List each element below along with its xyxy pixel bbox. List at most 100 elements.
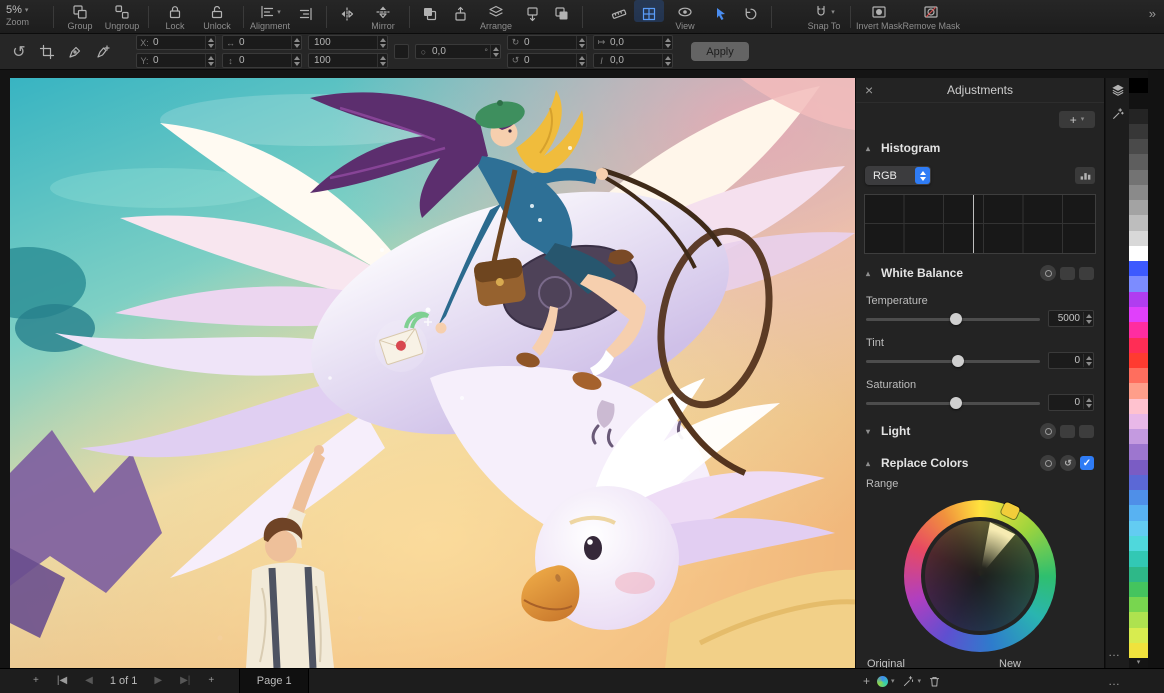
color-swatch[interactable] (1129, 429, 1148, 444)
rotate-ccw-field[interactable]: ↺ 0 (507, 53, 587, 68)
x-stepper[interactable] (205, 36, 215, 49)
mirror-button[interactable]: Mirror (362, 0, 404, 31)
constrain-proportions-button[interactable] (394, 44, 409, 59)
grid-view-button[interactable] (634, 0, 664, 22)
scale-y-field[interactable]: 100 (308, 53, 388, 68)
color-swatch[interactable] (1129, 505, 1148, 520)
bring-forward-button[interactable] (445, 0, 475, 22)
color-swatch[interactable] (1129, 139, 1148, 154)
align-right-button[interactable] (291, 0, 321, 22)
rulers-button[interactable] (604, 0, 634, 22)
slider-thumb[interactable] (950, 397, 962, 409)
scale-x-stepper[interactable] (377, 36, 387, 49)
bottombar-overflow-button[interactable]: … (1108, 669, 1121, 693)
alignment-button[interactable]: ▾ Alignment (249, 0, 291, 31)
tint-value-field[interactable]: 0 (1048, 352, 1094, 369)
swatch-scroll-button[interactable]: ▾ (1129, 658, 1148, 668)
panel-overflow-button[interactable]: … (1108, 645, 1121, 659)
width-stepper[interactable] (291, 36, 301, 49)
last-page-button[interactable]: ▶| (171, 669, 199, 693)
new-page-button[interactable]: + (199, 669, 223, 693)
temperature-value-field[interactable]: 5000 (1048, 310, 1094, 327)
color-swatch[interactable] (1129, 612, 1148, 627)
apply-button[interactable]: Apply (691, 42, 749, 61)
x-position-field[interactable]: X: 0 (136, 35, 216, 50)
reset-transform-button[interactable]: ↺ (8, 41, 30, 63)
scale-y-stepper[interactable] (377, 54, 387, 67)
color-swatch[interactable] (1129, 536, 1148, 551)
unlock-button[interactable]: Unlock (196, 0, 238, 31)
auto-presets-dropdown[interactable]: ▾ (902, 675, 922, 688)
color-swatch[interactable] (1129, 109, 1148, 124)
skew-x-field[interactable]: ↦ 0,0 (593, 35, 673, 50)
color-swatch[interactable] (1129, 200, 1148, 215)
hue-color-wheel[interactable] (904, 500, 1056, 652)
close-icon[interactable]: × (865, 83, 873, 97)
scale-x-field[interactable]: 100 (308, 35, 388, 50)
light-option-button-1[interactable] (1060, 425, 1075, 438)
color-swatch[interactable] (1129, 338, 1148, 353)
color-swatch[interactable] (1129, 322, 1148, 337)
delete-adjustment-button[interactable] (928, 675, 941, 688)
color-swatch[interactable] (1129, 276, 1148, 291)
rotate-ccw-stepper[interactable] (576, 54, 586, 67)
edit-points-button[interactable] (64, 41, 86, 63)
bring-to-front-button[interactable] (415, 0, 445, 22)
tint-slider[interactable] (866, 354, 1040, 368)
histogram-section-header[interactable]: ▴ Histogram (856, 130, 1104, 160)
color-swatch[interactable] (1129, 292, 1148, 307)
wb-auto-button[interactable] (1040, 265, 1056, 281)
skew-y-stepper[interactable] (662, 54, 672, 67)
color-swatch[interactable] (1129, 124, 1148, 139)
presets-dropdown[interactable]: ▾ (877, 676, 895, 687)
color-swatch[interactable] (1129, 368, 1148, 383)
replace-colors-reset-button[interactable]: ↺ (1060, 455, 1076, 471)
canvas[interactable] (10, 78, 855, 668)
temperature-stepper[interactable] (1083, 312, 1093, 325)
tint-stepper[interactable] (1083, 354, 1093, 367)
replace-colors-enabled-checkbox[interactable]: ✓ (1080, 456, 1094, 470)
color-swatch[interactable] (1129, 353, 1148, 368)
y-position-field[interactable]: Y: 0 (136, 53, 216, 68)
angle-stepper[interactable] (490, 45, 500, 58)
slider-thumb[interactable] (952, 355, 964, 367)
color-swatch[interactable] (1129, 460, 1148, 475)
color-swatch[interactable] (1129, 582, 1148, 597)
color-swatch[interactable] (1129, 215, 1148, 230)
color-swatch[interactable] (1129, 444, 1148, 459)
add-adjustment-layer-button[interactable]: + (863, 674, 870, 688)
add-page-button[interactable]: + (24, 669, 48, 693)
rotate-cw-field[interactable]: ↻ 0 (507, 35, 587, 50)
light-option-button-2[interactable] (1079, 425, 1094, 438)
page-tab[interactable]: Page 1 (239, 669, 309, 693)
zoom-control[interactable]: 5%▾ Zoom (0, 0, 48, 27)
rotation-angle-field[interactable]: ○ 0,0 ° (415, 44, 501, 59)
histogram-channel-select[interactable]: RGB (865, 166, 931, 185)
temperature-slider[interactable] (866, 312, 1040, 326)
send-backward-button[interactable] (517, 0, 547, 22)
color-swatch[interactable] (1129, 185, 1148, 200)
previous-page-button[interactable]: ◀ (76, 669, 102, 693)
layers-tab[interactable] (1106, 78, 1129, 102)
light-section-header[interactable]: ▾ Light (856, 412, 1104, 444)
skew-x-stepper[interactable] (662, 36, 672, 49)
crop-button[interactable] (36, 41, 58, 63)
view-button[interactable]: View (664, 0, 706, 31)
group-button[interactable]: Group (59, 0, 101, 31)
add-adjustment-button[interactable]: + ▾ (1059, 111, 1095, 128)
color-swatch[interactable] (1129, 399, 1148, 414)
color-swatch[interactable] (1129, 643, 1148, 658)
rotate-cw-stepper[interactable] (576, 36, 586, 49)
color-swatch[interactable] (1129, 521, 1148, 536)
color-swatch[interactable] (1129, 307, 1148, 322)
color-swatch[interactable] (1129, 414, 1148, 429)
next-page-button[interactable]: ▶ (145, 669, 171, 693)
color-swatch[interactable] (1129, 231, 1148, 246)
saturation-slider[interactable] (866, 396, 1040, 410)
skew-y-field[interactable]: I 0,0 (593, 53, 673, 68)
saturation-value-field[interactable]: 0 (1048, 394, 1094, 411)
pointer-mode-button[interactable] (706, 0, 736, 22)
white-balance-section-header[interactable]: ▴ White Balance (856, 254, 1104, 286)
color-swatch[interactable] (1129, 628, 1148, 643)
invert-mask-button[interactable]: Invert Mask (856, 0, 903, 31)
